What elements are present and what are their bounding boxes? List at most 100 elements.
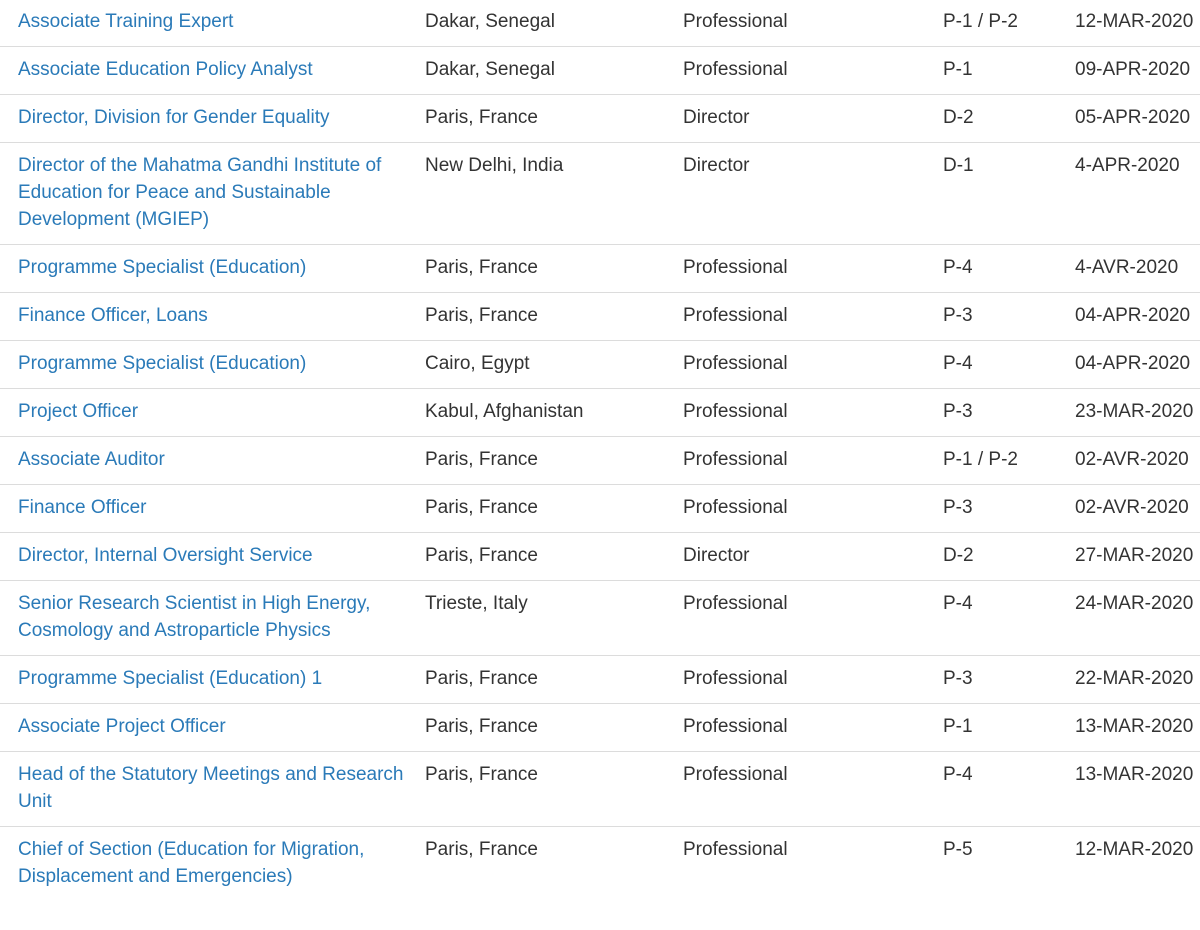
job-deadline: 13-MAR-2020: [1075, 751, 1200, 827]
job-category: Professional: [683, 655, 943, 704]
job-category: Professional: [683, 580, 943, 656]
job-category: Professional: [683, 484, 943, 533]
table-row: Programme Specialist (Education) Paris, F…: [0, 244, 1200, 293]
table-row: Programme Specialist (Education) 1 Paris,…: [0, 655, 1200, 704]
job-title-link[interactable]: Chief of Section (Education for Migratio…: [18, 839, 364, 887]
job-title-cell: Finance Officer: [0, 484, 425, 533]
job-category: Professional: [683, 0, 943, 47]
job-title-link[interactable]: Senior Research Scientist in High Energy…: [18, 593, 370, 641]
job-title-cell: Associate Training Expert: [0, 0, 425, 47]
job-title-link[interactable]: Associate Training Expert: [18, 11, 233, 32]
table-row: Senior Research Scientist in High Energy…: [0, 580, 1200, 656]
job-title-link[interactable]: Head of the Statutory Meetings and Resea…: [18, 764, 404, 812]
job-grade: P-3: [943, 484, 1075, 533]
job-grade: P-3: [943, 388, 1075, 437]
job-title-cell: Finance Officer, Loans: [0, 292, 425, 341]
job-title-link[interactable]: Director, Division for Gender Equality: [18, 107, 330, 128]
job-grade: P-3: [943, 655, 1075, 704]
job-title-cell: Director of the Mahatma Gandhi Institute…: [0, 142, 425, 245]
job-grade: P-1: [943, 46, 1075, 95]
job-location: Paris, France: [425, 655, 683, 704]
job-title-link[interactable]: Finance Officer, Loans: [18, 305, 208, 326]
job-deadline: 09-APR-2020: [1075, 46, 1200, 95]
job-location: Paris, France: [425, 703, 683, 752]
job-location: Paris, France: [425, 436, 683, 485]
job-title-link[interactable]: Programme Specialist (Education): [18, 353, 306, 374]
job-title-cell: Senior Research Scientist in High Energy…: [0, 580, 425, 656]
job-title-cell: Associate Education Policy Analyst: [0, 46, 425, 95]
job-deadline: 04-APR-2020: [1075, 292, 1200, 341]
job-grade: D-2: [943, 94, 1075, 143]
job-deadline: 05-APR-2020: [1075, 94, 1200, 143]
job-location: Trieste, Italy: [425, 580, 683, 656]
table-row: Associate Education Policy Analyst Dakar,…: [0, 46, 1200, 95]
job-title-cell: Programme Specialist (Education): [0, 244, 425, 293]
table-row: Director of the Mahatma Gandhi Institute…: [0, 142, 1200, 245]
job-location: Cairo, Egypt: [425, 340, 683, 389]
job-title-link[interactable]: Project Officer: [18, 401, 138, 422]
job-category: Director: [683, 142, 943, 245]
job-location: Paris, France: [425, 751, 683, 827]
job-title-cell: Chief of Section (Education for Migratio…: [0, 827, 425, 902]
job-location: Paris, France: [425, 484, 683, 533]
job-title-link[interactable]: Finance Officer: [18, 497, 146, 518]
job-grade: P-1 / P-2: [943, 436, 1075, 485]
job-location: Kabul, Afghanistan: [425, 388, 683, 437]
job-title-link[interactable]: Director of the Mahatma Gandhi Institute…: [18, 155, 381, 230]
job-category: Professional: [683, 46, 943, 95]
job-deadline: 04-APR-2020: [1075, 340, 1200, 389]
job-category: Director: [683, 94, 943, 143]
job-grade: P-3: [943, 292, 1075, 341]
job-category: Professional: [683, 751, 943, 827]
job-location: Paris, France: [425, 839, 538, 860]
table-row: Director, Division for Gender Equality Pa…: [0, 94, 1200, 143]
job-title-link[interactable]: Associate Auditor: [18, 449, 165, 470]
job-location: Paris, France: [425, 244, 683, 293]
table-row: Programme Specialist (Education) Cairo, E…: [0, 340, 1200, 389]
job-deadline: 24-MAR-2020: [1075, 580, 1200, 656]
job-category: Professional: [683, 340, 943, 389]
job-title-link[interactable]: Programme Specialist (Education) 1: [18, 668, 322, 689]
job-title-cell: Programme Specialist (Education) 1: [0, 655, 425, 704]
job-deadline: 12-MAR-2020: [1075, 0, 1200, 47]
job-title-cell: Head of the Statutory Meetings and Resea…: [0, 751, 425, 827]
job-deadline: 13-MAR-2020: [1075, 703, 1200, 752]
job-title-link[interactable]: Programme Specialist (Education): [18, 257, 306, 278]
job-title-link[interactable]: Director, Internal Oversight Service: [18, 545, 313, 566]
job-grade: P-4: [943, 244, 1075, 293]
job-grade: P-4: [943, 340, 1075, 389]
job-grade: D-2: [943, 532, 1075, 581]
job-title-cell: Project Officer: [0, 388, 425, 437]
job-grade: P-1 / P-2: [943, 0, 1075, 47]
job-category: Professional: [683, 292, 943, 341]
table-row: Associate Project Officer Paris, France Pr…: [0, 703, 1200, 752]
job-title-cell: Director, Division for Gender Equality: [0, 94, 425, 143]
job-location: Paris, France: [425, 532, 683, 581]
job-category: Professional: [683, 436, 943, 485]
job-category: Professional: [683, 839, 788, 860]
job-title-link[interactable]: Associate Project Officer: [18, 716, 226, 737]
job-category: Professional: [683, 244, 943, 293]
job-deadline: 23-MAR-2020: [1075, 388, 1200, 437]
job-location: Dakar, Senegal: [425, 0, 683, 47]
job-deadline: 27-MAR-2020: [1075, 532, 1200, 581]
job-title-cell: Programme Specialist (Education): [0, 340, 425, 389]
table-row: Finance Officer, Loans Paris, France Profe…: [0, 292, 1200, 341]
job-location: Dakar, Senegal: [425, 46, 683, 95]
job-deadline: 02-AVR-2020: [1075, 436, 1200, 485]
job-grade: P-4: [943, 751, 1075, 827]
job-category: Director: [683, 532, 943, 581]
job-listings-table: Associate Training Expert Dakar, Senegal P…: [0, 0, 1200, 901]
table-row: Finance Officer Paris, France Professional…: [0, 484, 1200, 533]
job-title-link[interactable]: Associate Education Policy Analyst: [18, 59, 313, 80]
table-row: Director, Internal Oversight Service Pari…: [0, 532, 1200, 581]
job-listings-body: Associate Training Expert Dakar, Senegal P…: [0, 0, 1200, 901]
table-row: Associate Auditor Paris, France Profession…: [0, 436, 1200, 485]
job-deadline: 4-APR-2020: [1075, 142, 1200, 245]
job-title-cell: Associate Project Officer: [0, 703, 425, 752]
job-deadline: 02-AVR-2020: [1075, 484, 1200, 533]
job-location: Paris, France: [425, 292, 683, 341]
job-grade: P-1: [943, 703, 1075, 752]
job-title-cell: Director, Internal Oversight Service: [0, 532, 425, 581]
table-row: Associate Training Expert Dakar, Senegal P…: [0, 0, 1200, 47]
